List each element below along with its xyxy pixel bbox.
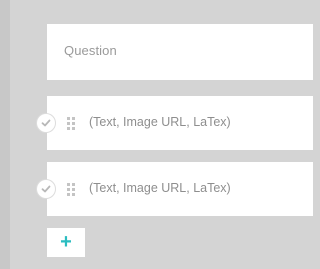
answer-row: (Text, Image URL, LaTex) xyxy=(0,96,313,150)
drag-handle-icon[interactable] xyxy=(66,115,76,131)
drag-handle-icon[interactable] xyxy=(66,181,76,197)
answer-row: (Text, Image URL, LaTex) xyxy=(0,162,313,216)
question-placeholder: Question xyxy=(64,43,117,58)
check-circle-icon[interactable] xyxy=(37,180,55,198)
question-input[interactable]: Question xyxy=(47,24,313,80)
quiz-editor: Question (Text, Image URL, LaTex) (Text,… xyxy=(0,0,313,269)
check-circle-icon[interactable] xyxy=(37,114,55,132)
answer-placeholder: (Text, Image URL, LaTex) xyxy=(89,181,231,195)
add-answer-button[interactable]: + xyxy=(47,228,85,257)
plus-icon: + xyxy=(60,230,72,253)
answer-placeholder: (Text, Image URL, LaTex) xyxy=(89,115,231,129)
